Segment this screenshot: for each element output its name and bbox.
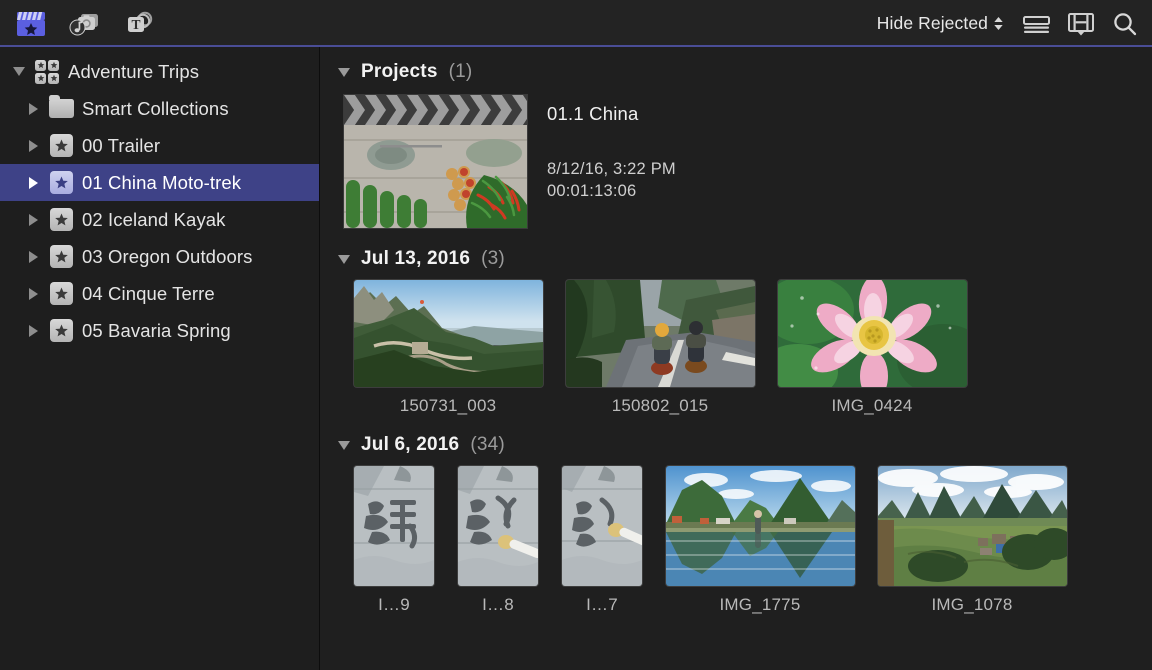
clip-thumbnail[interactable] [778,280,967,387]
hide-rejected-label: Hide Rejected [877,13,988,34]
project-name: 01.1 China [547,103,676,125]
sidebar-item-label: 02 Iceland Kayak [78,209,226,231]
clip-item[interactable]: I…9 [342,466,446,615]
clip-label: 150802_015 [612,396,709,416]
sidebar-item-label: 05 Bavaria Spring [78,320,231,342]
clip-label: IMG_1078 [932,595,1013,615]
event-star-icon [44,319,78,342]
sidebar-item-label: Smart Collections [78,98,229,120]
clip-label: IMG_1775 [720,595,801,615]
project-date: 8/12/16, 3:22 PM [547,160,676,179]
disclosure-triangle-down-icon[interactable] [8,67,30,76]
library-label: Adventure Trips [64,61,199,83]
event-star-icon [44,171,78,194]
filmstrip-view-icon[interactable] [1068,12,1094,36]
group-title: Projects [361,61,438,83]
event-star-icon [44,208,78,231]
clip-thumbnail[interactable] [354,466,434,586]
group-count: (1) [449,61,473,83]
clip-label: I…9 [378,595,410,615]
disclosure-triangle-right-icon[interactable] [22,103,44,115]
disclosure-triangle-down-icon[interactable] [338,255,350,264]
toolbar: T Hide Rejected [0,0,1152,47]
clip-label: IMG_0424 [832,396,913,416]
disclosure-triangle-right-icon[interactable] [22,214,44,226]
disclosure-triangle-down-icon[interactable] [338,68,350,77]
project-thumbnail[interactable] [344,95,527,228]
main-split: Adventure Trips Smart Collections 00 Tra… [0,47,1152,670]
disclosure-triangle-right-icon[interactable] [22,251,44,263]
sidebar-item-02-iceland-kayak[interactable]: 02 Iceland Kayak [0,201,319,238]
project-duration: 00:01:13:06 [547,182,676,201]
clip-thumbnail[interactable] [878,466,1067,586]
project-thumbnail-image [344,125,527,228]
group-header-jul-13-2016[interactable]: Jul 13, 2016 (3) [320,240,1152,278]
svg-text:T: T [131,17,140,32]
titles-generators-icon[interactable]: T [122,10,154,38]
libraries-icon[interactable] [16,10,46,38]
disclosure-triangle-down-icon[interactable] [338,441,350,450]
browser-pane: Projects (1) [320,47,1152,670]
clip-item[interactable]: 150802_015 [554,280,766,416]
clip-label: I…8 [482,595,514,615]
folder-icon [44,99,78,118]
group-title: Jul 6, 2016 [361,434,459,456]
sidebar-item-03-oregon-outdoors[interactable]: 03 Oregon Outdoors [0,238,319,275]
clip-item[interactable]: IMG_1775 [654,466,866,615]
chevron-updown-icon[interactable] [994,17,1003,30]
sidebar-item-00-trailer[interactable]: 00 Trailer [0,127,319,164]
clip-label: 150731_003 [400,396,497,416]
group-header-projects[interactable]: Projects (1) [320,53,1152,91]
clip-row-jul-6: I…9 [320,466,1152,615]
clip-item[interactable]: I…8 [446,466,550,615]
toolbar-left-group: T [16,10,154,38]
event-star-icon [44,245,78,268]
sidebar-item-label: 00 Trailer [78,135,160,157]
clip-thumbnail[interactable] [566,280,755,387]
sidebar-item-label: 04 Cinque Terre [78,283,215,305]
disclosure-triangle-right-icon[interactable] [22,140,44,152]
clip-thumbnail[interactable] [458,466,538,586]
project-item[interactable]: 01.1 China 8/12/16, 3:22 PM 00:01:13:06 [320,91,1152,228]
sidebar: Adventure Trips Smart Collections 00 Tra… [0,47,320,670]
clip-label: I…7 [586,595,618,615]
clip-thumbnail[interactable] [354,280,543,387]
group-count: (3) [481,248,505,270]
group-header-jul-6-2016[interactable]: Jul 6, 2016 (34) [320,426,1152,464]
list-view-icon[interactable] [1023,13,1050,35]
sidebar-item-label: 01 China Moto-trek [78,172,241,194]
disclosure-triangle-right-icon[interactable] [22,325,44,337]
event-star-icon [44,134,78,157]
library-icon [30,60,64,84]
group-title: Jul 13, 2016 [361,248,470,270]
disclosure-triangle-right-icon[interactable] [22,288,44,300]
clip-item[interactable]: I…7 [550,466,654,615]
event-star-icon [44,282,78,305]
sidebar-item-04-cinque-terre[interactable]: 04 Cinque Terre [0,275,319,312]
project-metadata: 01.1 China 8/12/16, 3:22 PM 00:01:13:06 [527,95,676,228]
clip-thumbnail[interactable] [666,466,855,586]
final-cut-browser-window: T Hide Rejected [0,0,1152,670]
project-chevron-band [344,95,527,125]
clip-thumbnail[interactable] [562,466,642,586]
photos-audio-icon[interactable] [68,10,100,38]
clip-row-jul-13: 150731_003 [320,280,1152,416]
clip-item[interactable]: IMG_0424 [766,280,978,416]
group-count: (34) [470,434,505,456]
hide-rejected-filter[interactable]: Hide Rejected [877,13,1005,34]
sidebar-item-library[interactable]: Adventure Trips [0,53,319,90]
search-icon[interactable] [1112,11,1138,37]
sidebar-item-01-china-moto-trek[interactable]: 01 China Moto-trek [0,164,319,201]
clip-item[interactable]: IMG_1078 [866,466,1078,615]
disclosure-triangle-right-icon[interactable] [22,177,44,189]
sidebar-item-label: 03 Oregon Outdoors [78,246,252,268]
toolbar-right-group: Hide Rejected [877,11,1138,37]
sidebar-item-smart-collections[interactable]: Smart Collections [0,90,319,127]
sidebar-item-05-bavaria-spring[interactable]: 05 Bavaria Spring [0,312,319,349]
clip-item[interactable]: 150731_003 [342,280,554,416]
